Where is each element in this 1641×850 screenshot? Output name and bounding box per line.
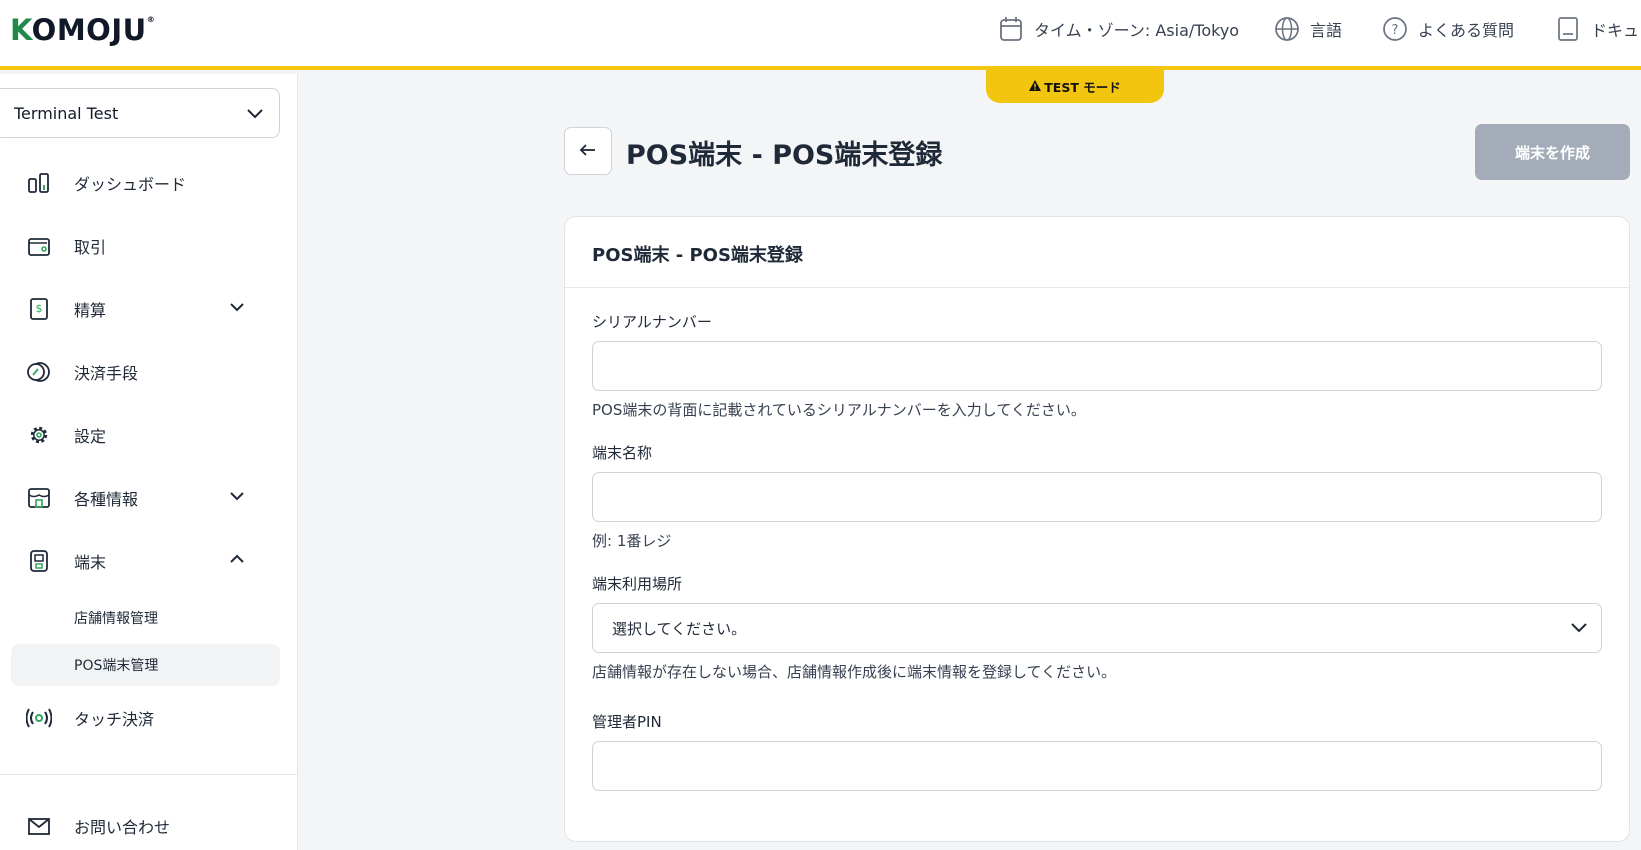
warning-icon [1029, 79, 1042, 94]
chevron-down-icon [228, 487, 246, 509]
card-divider [565, 287, 1629, 288]
terminal-location-label: 端末利用場所 [592, 575, 683, 593]
sidebar-divider [0, 774, 298, 775]
sidebar-item-label: 精算 [74, 301, 107, 320]
contactless-icon [25, 704, 53, 732]
terminal-name-help: 例: 1番レジ [592, 532, 672, 550]
calendar-icon [998, 16, 1024, 42]
mail-icon [25, 812, 53, 840]
sidebar-item-label: 各種情報 [74, 490, 139, 509]
sidebar-item-label: 取引 [74, 238, 107, 257]
sidebar-item-contact[interactable]: お問い合わせ [0, 804, 298, 848]
faq-label: よくある質問 [1418, 21, 1515, 40]
card-title: POS端末 - POS端末登録 [592, 245, 803, 266]
svg-text:?: ? [1392, 23, 1399, 38]
back-button[interactable] [564, 127, 612, 175]
sidebar: Terminal Test ダッシュボード 取引 $ 精算 決済手段 設定 各種… [0, 74, 298, 850]
terminal-icon [25, 547, 53, 575]
docs-link[interactable]: ドキュ [1555, 0, 1639, 58]
top-header: KOMOJU® タイム・ゾーン: Asia/Tokyo 言語 ? よくある質問 … [0, 0, 1641, 70]
create-terminal-button[interactable]: 端末を作成 [1475, 124, 1630, 180]
sidebar-item-label: 決済手段 [74, 364, 139, 383]
gear-icon [25, 421, 53, 449]
language-label: 言語 [1310, 21, 1343, 40]
sidebar-item-label: 端末 [74, 553, 107, 572]
document-icon [1555, 16, 1581, 42]
account-name: Terminal Test [14, 103, 119, 123]
sidebar-subitem-label: POS端末管理 [74, 658, 159, 674]
sidebar-item-terminal[interactable]: 端末 [0, 539, 298, 583]
chevron-down-icon [228, 298, 246, 320]
sidebar-item-settlement[interactable]: $ 精算 [0, 287, 298, 331]
language-selector[interactable]: 言語 [1274, 0, 1342, 58]
sidebar-item-dashboard[interactable]: ダッシュボード [0, 161, 298, 205]
komoju-logo[interactable]: KOMOJU® [10, 13, 155, 47]
chevron-down-icon [245, 103, 265, 127]
terminal-location-select[interactable]: 選択してください。 [592, 603, 1602, 653]
arrow-left-icon [579, 142, 597, 161]
svg-text:$: $ [36, 302, 43, 315]
dashboard-icon [25, 169, 53, 197]
sidebar-item-info[interactable]: 各種情報 [0, 476, 298, 520]
payment-method-icon [25, 358, 53, 386]
timezone-label: タイム・ゾーン: Asia/Tokyo [1034, 21, 1240, 40]
terminal-location-help: 店舗情報が存在しない場合、店舗情報作成後に端末情報を登録してください。 [592, 663, 1117, 681]
settlement-icon: $ [25, 295, 53, 323]
chevron-down-icon [1569, 617, 1589, 641]
chevron-up-icon [228, 550, 246, 572]
admin-pin-label: 管理者PIN [592, 713, 662, 731]
test-mode-badge: TEST モード [986, 70, 1164, 103]
sidebar-item-label: ダッシュボード [74, 175, 187, 194]
terminal-name-input[interactable] [592, 472, 1602, 522]
account-selector[interactable]: Terminal Test [0, 88, 280, 138]
page-title: POS端末 - POS端末登録 [626, 140, 943, 171]
faq-link[interactable]: ? よくある質問 [1382, 0, 1514, 58]
store-icon [25, 484, 53, 512]
sidebar-item-label: お問い合わせ [74, 818, 171, 837]
test-mode-label: TEST モード [1044, 80, 1121, 95]
sidebar-item-settings[interactable]: 設定 [0, 413, 298, 457]
serial-number-input[interactable] [592, 341, 1602, 391]
timezone-selector[interactable]: タイム・ゾーン: Asia/Tokyo [998, 0, 1239, 58]
sidebar-subitem-label: 店舗情報管理 [74, 611, 158, 627]
terminal-name-label: 端末名称 [592, 444, 653, 462]
terminal-location-value: 選択してください。 [612, 619, 747, 638]
admin-pin-input[interactable] [592, 741, 1602, 791]
sidebar-subitem-pos-management[interactable]: POS端末管理 [11, 644, 280, 686]
serial-number-label: シリアルナンバー [592, 313, 712, 331]
sidebar-item-label: タッチ決済 [74, 710, 155, 729]
serial-number-help: POS端末の背面に記載されているシリアルナンバーを入力してください。 [592, 401, 1086, 419]
sidebar-subitem-store-management[interactable]: 店舗情報管理 [11, 597, 280, 639]
question-circle-icon: ? [1382, 16, 1408, 42]
globe-icon [1274, 16, 1300, 42]
sidebar-item-touch-payment[interactable]: タッチ決済 [0, 696, 298, 740]
registration-form-card: POS端末 - POS端末登録 シリアルナンバー POS端末の背面に記載されてい… [564, 216, 1630, 842]
sidebar-item-payment-methods[interactable]: 決済手段 [0, 350, 298, 394]
sidebar-item-transactions[interactable]: 取引 [0, 224, 298, 268]
wallet-icon [25, 232, 53, 260]
docs-label: ドキュ [1591, 21, 1640, 40]
sidebar-item-label: 設定 [74, 427, 107, 446]
